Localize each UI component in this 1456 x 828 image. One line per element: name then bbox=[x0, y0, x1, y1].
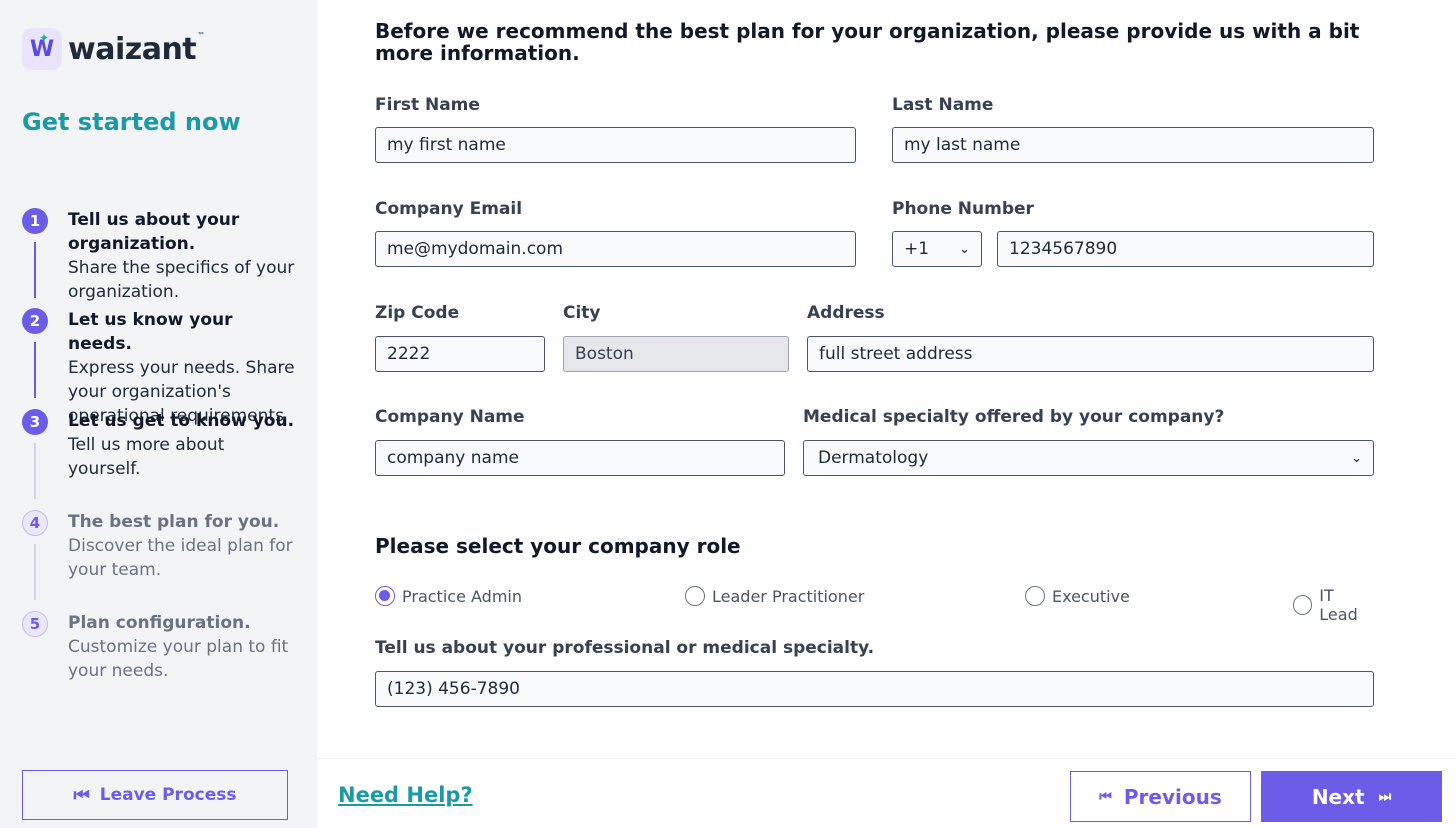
footer-bar: Need Help? ⏮ Previous Next ⏭ bbox=[317, 758, 1456, 828]
need-help-link[interactable]: Need Help? bbox=[338, 783, 473, 807]
step-title: Plan configuration. bbox=[68, 613, 251, 633]
skip-back-icon: ⏮ bbox=[1099, 788, 1112, 805]
role-radio-it-lead[interactable]: IT Lead bbox=[1293, 586, 1375, 624]
step-title: Tell us about your organization. bbox=[68, 210, 240, 254]
radio-checked-icon bbox=[375, 586, 395, 606]
previous-button[interactable]: ⏮ Previous bbox=[1070, 771, 1251, 822]
step-number: 2 bbox=[22, 308, 48, 334]
role-radio-practice-admin[interactable]: Practice Admin bbox=[375, 586, 522, 606]
step-description: Discover the ideal plan for your team. bbox=[68, 536, 293, 580]
step-number: 1 bbox=[22, 208, 48, 234]
professional-input[interactable]: (123) 456-7890 bbox=[375, 671, 1374, 707]
next-button[interactable]: Next ⏭ bbox=[1261, 771, 1442, 822]
company-name-label: Company Name bbox=[375, 407, 525, 427]
email-input[interactable]: me@mydomain.com bbox=[375, 231, 856, 267]
step-5: 5 Plan configuration. Customize your pla… bbox=[22, 611, 297, 691]
sidebar-title: Get started now bbox=[22, 108, 241, 136]
sidebar: ✦ W waizant ™ Get started now 1 Tell us … bbox=[0, 0, 317, 828]
first-name-input[interactable]: my first name bbox=[375, 127, 856, 163]
step-1: 1 Tell us about your organization. Share… bbox=[22, 208, 297, 308]
skip-back-icon: ⏮ bbox=[73, 784, 90, 806]
step-connector bbox=[34, 443, 36, 499]
radio-unchecked-icon bbox=[1293, 595, 1313, 615]
step-3: 3 Let us get to know you. Tell us more a… bbox=[22, 409, 297, 510]
role-radio-leader-practitioner[interactable]: Leader Practitioner bbox=[685, 586, 864, 606]
logo-mark-icon: ✦ W bbox=[22, 28, 62, 70]
zip-label: Zip Code bbox=[375, 303, 460, 323]
city-input: Boston bbox=[563, 336, 789, 372]
step-number: 3 bbox=[22, 409, 48, 435]
step-connector bbox=[34, 544, 36, 600]
step-connector bbox=[34, 342, 36, 398]
last-name-input[interactable]: my last name bbox=[892, 127, 1374, 163]
address-input[interactable]: full street address bbox=[807, 336, 1374, 372]
professional-label: Tell us about your professional or medic… bbox=[375, 638, 875, 658]
zip-input[interactable]: 2222 bbox=[375, 336, 545, 372]
step-number: 5 bbox=[22, 611, 48, 637]
phone-input[interactable]: 1234567890 bbox=[997, 231, 1374, 267]
radio-unchecked-icon bbox=[1025, 586, 1045, 606]
step-title: The best plan for you. bbox=[68, 512, 280, 532]
skip-forward-icon: ⏭ bbox=[1378, 788, 1392, 805]
email-label: Company Email bbox=[375, 199, 523, 219]
leave-process-button[interactable]: ⏮ Leave Process bbox=[22, 770, 288, 820]
chevron-down-icon: ⌄ bbox=[1351, 450, 1362, 466]
step-list: 1 Tell us about your organization. Share… bbox=[22, 208, 297, 691]
radio-unchecked-icon bbox=[685, 586, 705, 606]
step-title: Let us know your needs. bbox=[68, 310, 233, 354]
step-description: Share the specifics of your organization… bbox=[68, 258, 295, 302]
specialty-label: Medical specialty offered by your compan… bbox=[803, 407, 1225, 427]
trademark: ™ bbox=[197, 30, 206, 40]
form-heading: Before we recommend the best plan for yo… bbox=[375, 19, 1360, 65]
city-label: City bbox=[563, 303, 601, 323]
step-connector bbox=[34, 242, 36, 298]
step-description: Tell us more about yourself. bbox=[68, 435, 225, 479]
country-code-select[interactable]: +1 ⌄ bbox=[892, 231, 982, 267]
last-name-label: Last Name bbox=[892, 95, 994, 115]
step-2: 2 Let us know your needs. Express your n… bbox=[22, 308, 297, 426]
step-description: Customize your plan to fit your needs. bbox=[68, 637, 289, 681]
role-heading: Please select your company role bbox=[375, 534, 741, 558]
step-4: 4 The best plan for you. Discover the id… bbox=[22, 510, 297, 611]
sparkle-icon: ✦ bbox=[39, 31, 50, 45]
brand-name: waizant bbox=[68, 31, 197, 67]
role-radio-executive[interactable]: Executive bbox=[1025, 586, 1130, 606]
brand-logo: ✦ W waizant ™ bbox=[22, 28, 205, 70]
specialty-select[interactable]: Dermatology ⌄ bbox=[803, 440, 1374, 476]
company-name-input[interactable]: company name bbox=[375, 440, 785, 476]
step-number: 4 bbox=[22, 510, 48, 536]
first-name-label: First Name bbox=[375, 95, 480, 115]
chevron-down-icon: ⌄ bbox=[959, 241, 970, 257]
phone-label: Phone Number bbox=[892, 199, 1034, 219]
step-title: Let us get to know you. bbox=[68, 411, 295, 431]
address-label: Address bbox=[807, 303, 885, 323]
